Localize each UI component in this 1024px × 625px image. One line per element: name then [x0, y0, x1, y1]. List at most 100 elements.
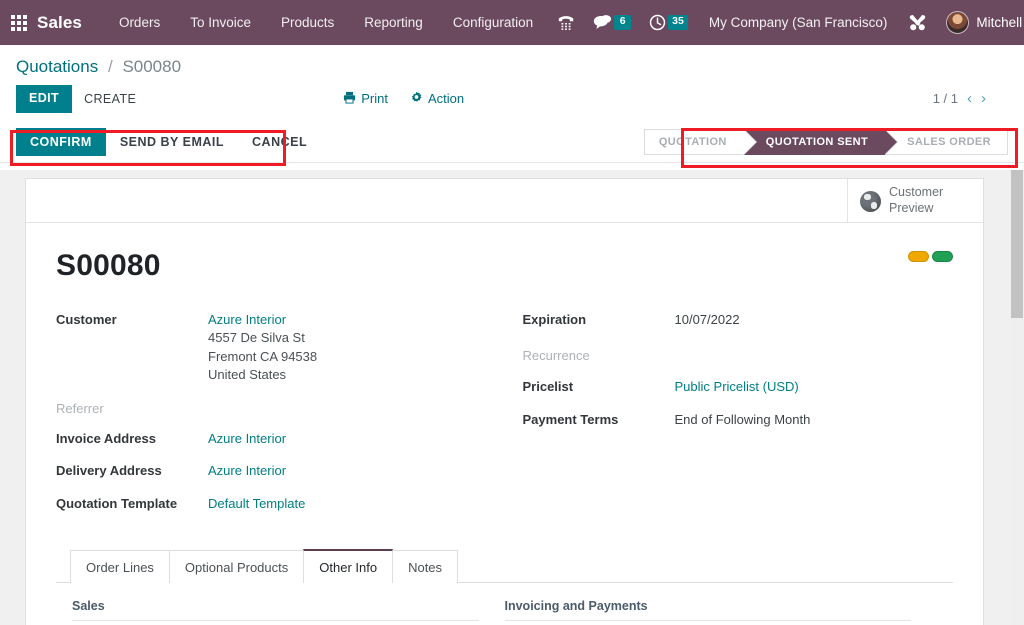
- field-customer: Customer Azure Interior 4557 De Silva St…: [56, 311, 505, 385]
- create-button[interactable]: CREATE: [72, 86, 148, 112]
- notebook-tabs: Order Lines Optional Products Other Info…: [56, 548, 953, 584]
- field-payment-terms: Payment Terms End of Following Month: [523, 411, 954, 429]
- confirm-button[interactable]: CONFIRM: [16, 128, 106, 157]
- vertical-scrollbar-thumb[interactable]: [1011, 170, 1023, 318]
- customer-value-group: Azure Interior 4557 De Silva St Fremont …: [208, 311, 317, 385]
- workflow-buttons: CONFIRM SEND BY EMAIL CANCEL: [16, 128, 321, 157]
- field-quotation-template: Quotation Template Default Template: [56, 495, 505, 513]
- expiration-value[interactable]: 10/07/2022: [675, 311, 740, 329]
- tools-wrench-icon[interactable]: [899, 0, 936, 45]
- pager-next-icon[interactable]: ›: [981, 91, 986, 106]
- menu-products[interactable]: Products: [266, 0, 349, 45]
- apps-grid-icon[interactable]: [11, 14, 27, 31]
- menu-configuration[interactable]: Configuration: [438, 0, 548, 45]
- navbar-right-tools: 6 35 My Company (San Francisco) Mitchell…: [548, 0, 1024, 45]
- status-quotation-sent[interactable]: QUOTATION SENT: [743, 129, 899, 156]
- payment-terms-label: Payment Terms: [522, 411, 619, 427]
- form-column-right: Expiration 10/07/2022 Recurrence Priceli…: [505, 311, 954, 522]
- expiration-label: Expiration: [522, 312, 587, 327]
- messages-count-badge: 6: [614, 15, 632, 30]
- other-info-invoicing-group: Invoicing and Payments Fiscal Position: [504, 599, 938, 625]
- customer-address-line1: 4557 De Silva St: [208, 330, 305, 346]
- menu-orders[interactable]: Orders: [104, 0, 175, 45]
- customer-preview-line1: Customer: [889, 185, 944, 200]
- vertical-scrollbar[interactable]: [1010, 170, 1024, 625]
- state-pill-green[interactable]: [932, 251, 953, 262]
- control-panel: Quotations / S00080 EDIT CREATE Print Ac…: [0, 45, 1024, 163]
- state-pill-orange[interactable]: [908, 251, 929, 262]
- field-delivery-address: Delivery Address Azure Interior: [56, 462, 505, 480]
- edit-button[interactable]: EDIT: [16, 85, 73, 113]
- field-pricelist: Pricelist Public Pricelist (USD): [523, 378, 954, 396]
- menu-reporting[interactable]: Reporting: [349, 0, 438, 45]
- form-view-body: Customer Preview S00080 Customer Azure I…: [0, 170, 1024, 625]
- breadcrumb-separator: /: [107, 57, 113, 76]
- breadcrumb-quotations[interactable]: Quotations: [16, 57, 98, 76]
- tab-other-info[interactable]: Other Info: [303, 549, 394, 584]
- send-by-email-button[interactable]: SEND BY EMAIL: [106, 128, 238, 156]
- print-menu[interactable]: Print: [343, 91, 388, 107]
- customer-address-line3: United States: [208, 367, 287, 383]
- field-expiration: Expiration 10/07/2022: [523, 311, 954, 329]
- status-sales-order[interactable]: SALES ORDER: [885, 129, 1008, 156]
- control-panel-actions: Print Action: [343, 91, 464, 107]
- status-quotation[interactable]: QUOTATION: [643, 129, 757, 156]
- invoice-address-label: Invoice Address: [56, 430, 156, 446]
- field-invoice-address: Invoice Address Azure Interior: [56, 430, 505, 448]
- printer-icon: [343, 91, 356, 107]
- recurrence-label: Recurrence: [522, 348, 590, 364]
- username-label: Mitchell Admin: [976, 15, 1024, 30]
- pager: 1 / 1 ‹ ›: [933, 91, 1008, 106]
- customer-value[interactable]: Azure Interior: [208, 311, 317, 329]
- field-recurrence: Recurrence: [523, 347, 954, 363]
- action-menu[interactable]: Action: [410, 91, 464, 107]
- cancel-button[interactable]: CANCEL: [238, 128, 321, 156]
- activities-count-badge: 35: [668, 15, 688, 30]
- status-bar: QUOTATION QUOTATION SENT SALES ORDER: [643, 129, 1008, 156]
- other-info-sales-group: Sales Salesperson Mitchell Admin: [72, 599, 505, 625]
- delivery-address-label: Delivery Address: [56, 463, 162, 479]
- delivery-address-value[interactable]: Azure Interior: [208, 462, 286, 480]
- tab-order-lines[interactable]: Order Lines: [70, 550, 170, 584]
- avatar: [946, 11, 970, 34]
- tab-notes[interactable]: Notes: [392, 550, 459, 584]
- company-switcher[interactable]: My Company (San Francisco): [697, 15, 900, 30]
- customer-preview-label: Customer Preview: [889, 185, 943, 216]
- pricelist-value[interactable]: Public Pricelist (USD): [675, 378, 799, 396]
- page-title: S00080: [56, 249, 161, 282]
- quotation-template-label: Quotation Template: [56, 495, 178, 511]
- pager-value: 1 / 1: [932, 91, 958, 107]
- phone-dialpad-icon[interactable]: [548, 0, 584, 45]
- form-columns: Customer Azure Interior 4557 De Silva St…: [56, 311, 953, 522]
- field-referrer: Referrer: [56, 400, 505, 416]
- sheet-content: S00080 Customer Azure Interior 4557 De S…: [26, 223, 983, 625]
- globe-icon: [860, 190, 881, 212]
- workflow-bar: CONFIRM SEND BY EMAIL CANCEL QUOTATION Q…: [0, 122, 1024, 163]
- breadcrumb: Quotations / S00080: [0, 45, 1024, 81]
- activities-menu[interactable]: 35: [640, 0, 697, 45]
- quotation-template-value[interactable]: Default Template: [208, 495, 305, 513]
- breadcrumb-current: S00080: [122, 57, 182, 76]
- customer-label: Customer: [56, 312, 117, 327]
- gear-icon: [410, 91, 423, 107]
- payment-terms-value[interactable]: End of Following Month: [675, 411, 811, 429]
- customer-address-line2: Fremont CA 94538: [208, 348, 318, 364]
- form-sheet: Customer Preview S00080 Customer Azure I…: [25, 178, 984, 625]
- top-navbar: Sales Orders To Invoice Products Reporti…: [0, 0, 1024, 45]
- user-menu[interactable]: Mitchell Admin: [936, 11, 1024, 34]
- pricelist-label: Pricelist: [522, 379, 574, 395]
- customer-preview-button[interactable]: Customer Preview: [847, 179, 983, 223]
- customer-preview-line2: Preview: [889, 201, 934, 215]
- stat-buttons-bar: Customer Preview: [26, 179, 983, 223]
- messages-menu[interactable]: 6: [584, 0, 640, 45]
- sales-section-title: Sales: [72, 599, 479, 622]
- print-label: Print: [361, 91, 388, 107]
- app-brand-sales[interactable]: Sales: [37, 13, 82, 33]
- pager-previous-icon[interactable]: ‹: [967, 91, 972, 106]
- invoice-address-value[interactable]: Azure Interior: [208, 430, 286, 448]
- menu-to-invoice[interactable]: To Invoice: [175, 0, 266, 45]
- tab-pane-other-info: Sales Salesperson Mitchell Admin Invoici…: [56, 583, 953, 625]
- state-widget: [908, 251, 953, 262]
- action-label: Action: [428, 91, 465, 107]
- tab-optional-products[interactable]: Optional Products: [168, 550, 305, 584]
